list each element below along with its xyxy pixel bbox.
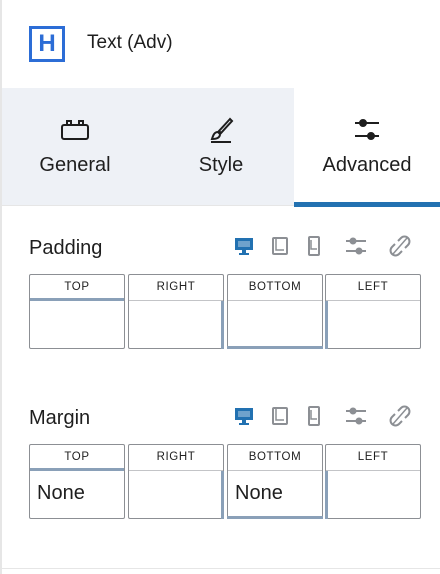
padding-top-box[interactable]: TOP bbox=[29, 274, 125, 349]
padding-bottom-label: BOTTOM bbox=[228, 275, 322, 301]
margin-left-label: LEFT bbox=[326, 445, 420, 471]
tab-advanced-label: Advanced bbox=[322, 154, 412, 176]
margin-bottom-label: BOTTOM bbox=[228, 445, 322, 471]
padding-bottom-box[interactable]: BOTTOM bbox=[227, 274, 323, 349]
margin-left-box[interactable]: LEFT bbox=[325, 444, 421, 519]
toolbox-icon bbox=[60, 116, 90, 144]
block-type-icon: H bbox=[29, 26, 65, 62]
padding-left-label: LEFT bbox=[326, 275, 420, 301]
section-divider bbox=[2, 568, 440, 569]
block-icon-letter: H bbox=[38, 30, 56, 57]
padding-title: Padding bbox=[29, 237, 103, 259]
margin-top-value: None bbox=[37, 482, 85, 504]
tablet-icon[interactable] bbox=[269, 235, 291, 257]
padding-right-label: RIGHT bbox=[129, 275, 223, 301]
block-header: H Text (Adv) bbox=[2, 0, 440, 88]
tab-style-label: Style bbox=[198, 154, 244, 176]
desktop-icon[interactable] bbox=[233, 405, 255, 427]
sliders-icon[interactable] bbox=[345, 235, 367, 257]
unlink-icon[interactable] bbox=[389, 235, 411, 257]
tab-advanced[interactable]: Advanced bbox=[294, 88, 440, 207]
desktop-icon[interactable] bbox=[233, 235, 255, 257]
margin-title: Margin bbox=[29, 407, 91, 429]
margin-bottom-box[interactable]: BOTTOM None bbox=[227, 444, 323, 519]
mobile-icon[interactable] bbox=[303, 405, 325, 427]
margin-top-label: TOP bbox=[30, 445, 124, 471]
tab-style[interactable]: Style bbox=[148, 88, 294, 206]
sliders-icon bbox=[352, 116, 382, 144]
margin-bottom-value: None bbox=[235, 482, 283, 504]
mobile-icon[interactable] bbox=[303, 235, 325, 257]
padding-right-box[interactable]: RIGHT bbox=[128, 274, 224, 349]
sliders-icon[interactable] bbox=[345, 405, 367, 427]
block-title: Text (Adv) bbox=[87, 32, 173, 53]
padding-left-box[interactable]: LEFT bbox=[325, 274, 421, 349]
tablet-icon[interactable] bbox=[269, 405, 291, 427]
tab-general-label: General bbox=[39, 154, 111, 176]
inspector-tabs: General Style Advanced bbox=[2, 88, 440, 207]
margin-right-label: RIGHT bbox=[129, 445, 223, 471]
tab-general[interactable]: General bbox=[2, 88, 148, 206]
brush-icon bbox=[206, 116, 236, 144]
padding-top-label: TOP bbox=[30, 275, 124, 301]
unlink-icon[interactable] bbox=[389, 405, 411, 427]
margin-top-box[interactable]: TOP None bbox=[29, 444, 125, 519]
margin-right-box[interactable]: RIGHT bbox=[128, 444, 224, 519]
block-settings-panel: H Text (Adv) General Style Advanced Padd… bbox=[0, 0, 440, 574]
